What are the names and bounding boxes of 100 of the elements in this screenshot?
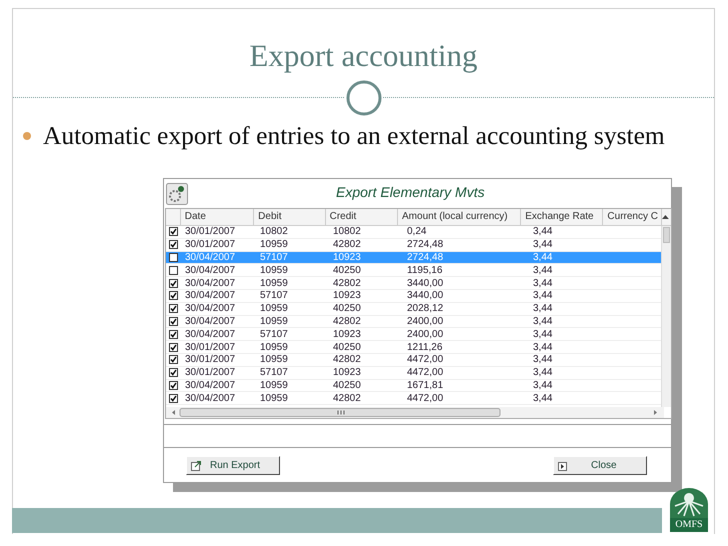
table-cell-text: 30/04/2007: [184, 328, 236, 340]
vertical-scrollbar[interactable]: [661, 226, 671, 407]
table-row[interactable]: 30/04/2007 57107 10923 2400,00 3,44: [166, 328, 661, 342]
table-cell-text: 30/04/2007: [184, 380, 236, 391]
table-cell-text: 10959: [259, 303, 289, 314]
table-cell-text: 3,44: [532, 316, 554, 327]
table-cell-text: 10923: [332, 367, 362, 378]
table-cell-text: 10923: [332, 290, 362, 302]
checkbox[interactable]: [169, 240, 178, 250]
table-cell-text: 10959: [259, 278, 289, 289]
table-cell-text: 42802: [332, 239, 362, 250]
checkbox[interactable]: [169, 266, 178, 275]
table-cell-text: 4472,00: [406, 367, 444, 378]
checkbox[interactable]: [169, 304, 178, 314]
gear-icon[interactable]: [166, 182, 188, 204]
table-cell-text: 3,44: [532, 328, 554, 340]
horizontal-scrollbar[interactable]: [166, 407, 664, 418]
checkbox[interactable]: [169, 227, 178, 236]
table-cell-text: 3,44: [532, 354, 554, 366]
table-cell-text: 30/01/2007: [184, 354, 236, 366]
table-cell-text: 40250: [332, 264, 362, 276]
table-cell-text: 57107: [259, 252, 289, 263]
table-cell-text: 10923: [332, 328, 362, 340]
table-cell-text: 3440,00: [406, 290, 444, 302]
table-cell-text: 57107: [259, 328, 289, 340]
table-cell-text: 30/01/2007: [184, 226, 236, 238]
table-cell-text: 3,44: [532, 367, 554, 378]
table-cell-text: 30/04/2007: [184, 278, 236, 289]
table-cell-text: 1671,81: [406, 380, 444, 391]
column-header[interactable]: Date: [180, 209, 254, 225]
table-cell-text: 10959: [259, 316, 289, 327]
slide-title: Export accounting: [249, 38, 478, 74]
table-row[interactable]: 30/04/2007 10959 42802 4472,00 3,44: [166, 392, 661, 406]
checkbox[interactable]: [169, 330, 178, 339]
exit-icon: [558, 460, 569, 471]
table-cell-text: 3,44: [532, 239, 554, 250]
table-cell-text: 40250: [332, 380, 362, 391]
window-title: Export Elementary Mvts: [336, 184, 485, 200]
table-cell-text: 1195,16: [406, 264, 444, 276]
table-cell-text: 0,24: [406, 226, 428, 238]
table-cell-text: 42802: [332, 392, 362, 404]
table-cell-text: 10959: [259, 392, 289, 404]
checkbox[interactable]: [169, 380, 178, 390]
table-cell-text: 10923: [332, 252, 362, 263]
checkbox[interactable]: [169, 291, 178, 300]
checkbox[interactable]: [169, 368, 178, 378]
toolbar-button[interactable]: Close: [553, 456, 647, 475]
table-cell-text: 3,44: [532, 290, 554, 302]
checkbox[interactable]: [169, 278, 178, 288]
column-header[interactable]: Debit: [254, 209, 326, 225]
table-row[interactable]: 30/04/2007 10959 42802 3440,00 3,44: [166, 277, 661, 290]
table-cell-text: 10802: [259, 226, 289, 238]
table-row[interactable]: 30/04/2007 10959 40250 2028,12 3,44: [166, 302, 661, 316]
table-cell-text: 3,44: [532, 278, 554, 289]
octopus-icon: [670, 488, 708, 518]
checkbox[interactable]: [169, 252, 178, 262]
column-header[interactable]: Amount (local currency): [398, 209, 522, 225]
checkbox[interactable]: [169, 394, 178, 403]
table-cell-text: 30/01/2007: [184, 342, 236, 353]
column-header[interactable]: Currency C: [603, 209, 662, 225]
toolbar-button[interactable]: Run Export: [186, 456, 280, 475]
table-row[interactable]: 30/04/2007 10959 42802 2400,00 3,44: [166, 316, 661, 328]
table-cell-text: 3,44: [532, 380, 554, 391]
scroll-up-icon[interactable]: [662, 214, 669, 220]
table-cell-text: 30/04/2007: [184, 316, 236, 327]
export-icon: [191, 460, 202, 471]
table-cell-text: 30/04/2007: [184, 252, 236, 263]
table-cell-text: 10959: [259, 239, 289, 250]
checkbox[interactable]: [169, 316, 178, 326]
table-cell-text: 2724,48: [406, 239, 444, 250]
table-cell-text: 42802: [332, 354, 362, 366]
table-row[interactable]: 30/01/2007 57107 10923 4472,00 3,44: [166, 366, 661, 380]
table-cell-text: 40250: [332, 303, 362, 314]
table-row[interactable]: 30/04/2007 10959 40250 1671,81 3,44: [166, 380, 661, 392]
table-cell-text: 3,44: [532, 226, 554, 238]
column-header[interactable]: Exchange Rate: [521, 209, 604, 225]
table-cell-text: 42802: [332, 316, 362, 327]
table-row[interactable]: 30/01/2007 10959 42802 4472,00 3,44: [166, 354, 661, 367]
table-cell-text: 4472,00: [406, 354, 444, 366]
table-row[interactable]: 30/04/2007 10959 40250 1195,16 3,44: [166, 264, 661, 278]
table-cell-text: 30/01/2007: [184, 367, 236, 378]
logo-text: OMFS: [670, 518, 708, 532]
table-cell-text: 57107: [259, 290, 289, 302]
table-row[interactable]: 30/01/2007 10802 10802 0,24 3,44: [166, 226, 661, 239]
table-cell-text: 2400,00: [406, 316, 444, 327]
table-row[interactable]: 30/01/2007 10959 40250 1211,26 3,44: [166, 341, 661, 354]
table-cell-text: 2028,12: [406, 303, 444, 314]
bullet-text: Automatic export of entries to an external accounting system: [43, 120, 666, 152]
table-cell-text: 30/01/2007: [184, 239, 236, 250]
column-header[interactable]: Credit: [326, 209, 398, 225]
table-cell-text: 3,44: [532, 392, 554, 404]
checkbox[interactable]: [169, 355, 178, 364]
checkbox[interactable]: [169, 342, 178, 352]
table-cell-text: 3,44: [532, 252, 554, 263]
table-cell-text: 57107: [259, 367, 289, 378]
table-cell-text: 3,44: [532, 303, 554, 314]
table-row[interactable]: 30/04/2007 57107 10923 3440,00 3,44: [166, 290, 661, 303]
table-cell-text: 2724,48: [406, 252, 444, 263]
table-cell-text: 3,44: [532, 264, 554, 276]
table-cell-text: 42802: [332, 278, 362, 289]
